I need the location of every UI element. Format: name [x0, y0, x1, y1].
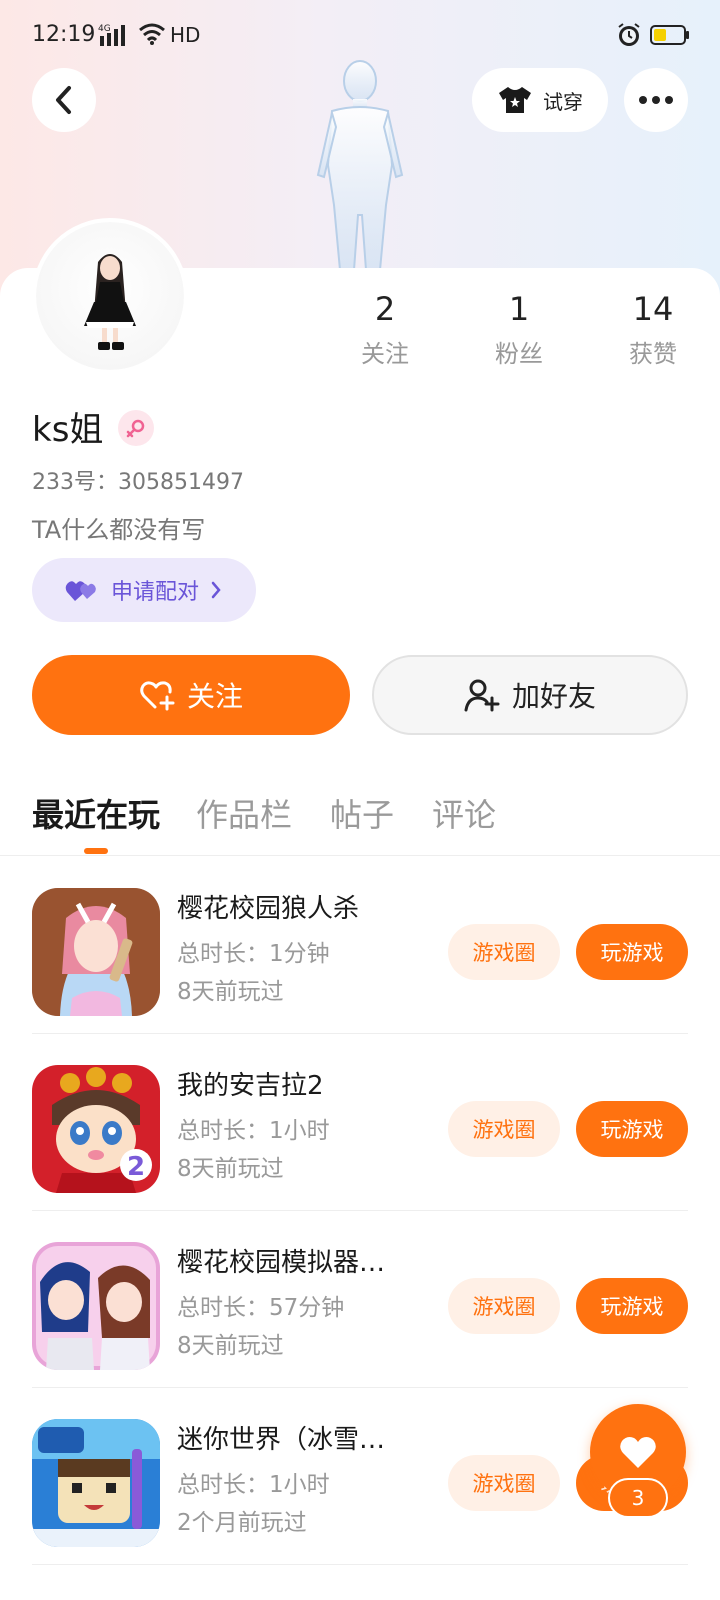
- user-avatar[interactable]: [32, 218, 188, 374]
- game-duration: 总时长：1分钟: [177, 941, 330, 967]
- game-icon-sakura-school-simulator[interactable]: [32, 1242, 160, 1370]
- stat-following-value: 2: [374, 290, 396, 328]
- back-button[interactable]: [32, 68, 96, 132]
- game-icon-mini-world-ice[interactable]: [32, 1419, 160, 1547]
- wifi-icon: [139, 23, 165, 45]
- game-duration: 总时长：1小时: [177, 1472, 330, 1498]
- status-hd: HD: [170, 23, 201, 47]
- add-user-icon: [464, 679, 500, 712]
- game-circle-button[interactable]: 游戏圈: [448, 1278, 560, 1334]
- tab-comments[interactable]: 评论: [432, 790, 496, 836]
- cellular-signal-icon: 4G: [98, 24, 125, 46]
- game-duration: 总时长：57分钟: [177, 1295, 345, 1321]
- stat-followers[interactable]: 1 粉丝: [464, 290, 574, 369]
- follow-button[interactable]: 关注: [32, 655, 350, 735]
- add-friend-label: 加好友: [511, 680, 596, 713]
- more-options-button[interactable]: [624, 68, 688, 132]
- status-time: 12:19: [32, 22, 96, 47]
- game-last-played: 8天前玩过: [177, 979, 284, 1005]
- avatar-silhouette-icon: [316, 60, 404, 270]
- add-friend-button[interactable]: 加好友: [372, 655, 688, 735]
- alarm-clock-icon: [618, 23, 640, 46]
- avatar-image: [36, 222, 184, 370]
- game-circle-button[interactable]: 游戏圈: [448, 924, 560, 980]
- game-row[interactable]: 樱花校园狼人杀 总时长：1分钟 8天前玩过 游戏圈 玩游戏: [32, 858, 688, 1034]
- stat-likes-value: 14: [632, 290, 674, 328]
- stat-following[interactable]: 2 关注: [330, 290, 440, 369]
- row-divider: [32, 1564, 688, 1565]
- play-game-button[interactable]: 玩游戏: [576, 924, 688, 980]
- try-on-label: 试穿: [543, 89, 583, 114]
- game-icon-my-angela-2[interactable]: 2: [32, 1065, 160, 1193]
- profile-bio: TA什么都没有写: [32, 516, 206, 544]
- stat-likes[interactable]: 14 获赞: [598, 290, 708, 369]
- game-row[interactable]: 樱花校园模拟器… 总时长：57分钟 8天前玩过 游戏圈 玩游戏: [32, 1212, 688, 1388]
- network-type-label: 4G: [98, 24, 111, 34]
- profile-stats: 2 关注 1 粉丝 14 获赞: [330, 290, 720, 370]
- stat-followers-value: 1: [508, 290, 530, 328]
- game-circle-button[interactable]: 游戏圈: [448, 1455, 560, 1511]
- row-divider: [32, 1033, 688, 1034]
- double-heart-icon: [65, 581, 96, 601]
- game-title: 我的安吉拉2: [177, 1071, 324, 1101]
- row-divider: [32, 1210, 688, 1211]
- stat-followers-label: 粉丝: [495, 340, 543, 368]
- stat-following-label: 关注: [361, 340, 409, 368]
- try-on-button[interactable]: 试穿: [472, 68, 608, 132]
- game-icon-sakura-werewolf[interactable]: [32, 888, 160, 1016]
- svg-text:2: 2: [127, 1152, 145, 1182]
- play-game-button[interactable]: 玩游戏: [576, 1101, 688, 1157]
- tab-posts[interactable]: 帖子: [330, 790, 394, 836]
- tab-works[interactable]: 作品栏: [196, 790, 292, 836]
- apply-pair-button[interactable]: 申请配对: [32, 558, 256, 622]
- heart-plus-icon: [140, 681, 175, 711]
- tshirt-icon: [499, 87, 531, 113]
- game-last-played: 2个月前玩过: [177, 1510, 307, 1536]
- active-tab-indicator: [84, 848, 108, 854]
- chevron-left-icon: [56, 86, 71, 114]
- apply-pair-label: 申请配对: [110, 580, 199, 605]
- heart-icon: [620, 1437, 656, 1468]
- avatar-character-icon: [84, 254, 136, 350]
- like-count-badge: 3: [608, 1478, 668, 1518]
- chevron-right-icon: [211, 581, 221, 599]
- game-last-played: 8天前玩过: [177, 1333, 284, 1359]
- game-duration: 总时长：1小时: [177, 1118, 330, 1144]
- more-dots-icon: [639, 96, 673, 104]
- profile-name: ks姐: [32, 410, 104, 450]
- game-row[interactable]: 迷你世界（冰雪… 总时长：1小时 2个月前玩过 游戏圈 玩游戏: [32, 1389, 688, 1565]
- row-divider: [32, 1387, 688, 1388]
- game-title: 樱花校园模拟器…: [177, 1248, 386, 1278]
- status-bar: 12:19 4G HD: [0, 0, 720, 70]
- follow-label: 关注: [186, 680, 243, 713]
- game-row[interactable]: 2 我的安吉拉2 总时长：1小时 8天前玩过 游戏圈 玩游戏: [32, 1035, 688, 1211]
- play-game-button[interactable]: 玩游戏: [576, 1278, 688, 1334]
- gender-female-icon: [118, 410, 154, 446]
- game-title: 樱花校园狼人杀: [177, 894, 360, 924]
- game-title: 迷你世界（冰雪…: [177, 1425, 386, 1455]
- profile-uid: 233号：305851497: [32, 470, 244, 495]
- tab-recently-played[interactable]: 最近在玩: [32, 790, 160, 836]
- game-circle-button[interactable]: 游戏圈: [448, 1101, 560, 1157]
- stat-likes-label: 获赞: [629, 340, 677, 368]
- tabs-divider: [0, 855, 720, 856]
- game-last-played: 8天前玩过: [177, 1156, 284, 1182]
- battery-icon: [650, 25, 689, 45]
